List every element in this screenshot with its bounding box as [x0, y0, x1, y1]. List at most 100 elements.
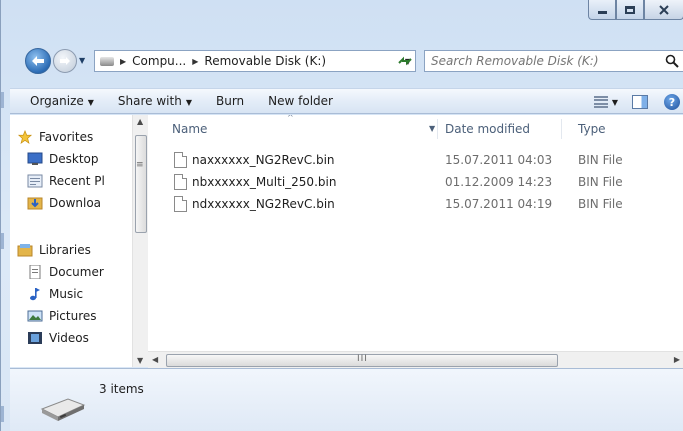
- explorer-window: ▼ ▶ Compu... ▶ Removable Disk (K:) ▼ Org…: [0, 0, 683, 431]
- column-divider[interactable]: [437, 119, 438, 139]
- preview-pane-icon[interactable]: [632, 95, 648, 109]
- libraries-icon: [17, 244, 33, 257]
- refresh-icon: [398, 56, 412, 66]
- arrow-right-icon: [60, 57, 70, 65]
- file-list: ^ Name ▼ Date modified Type naxxxxxx_NG2…: [148, 115, 683, 367]
- star-icon: [17, 130, 33, 144]
- maximize-button[interactable]: [616, 0, 644, 20]
- forward-button[interactable]: [53, 49, 77, 73]
- burn-label: Burn: [215, 94, 245, 108]
- minimize-icon: [597, 11, 607, 14]
- arrow-left-icon: [32, 56, 44, 66]
- videos-icon: [28, 332, 42, 344]
- nav-item-label: Recent Pl: [49, 174, 105, 188]
- column-type[interactable]: Type: [578, 122, 606, 136]
- window-edge-mark: [1, 92, 4, 108]
- window-edge-mark: [1, 233, 4, 249]
- music-icon: [30, 288, 40, 301]
- file-date: 15.07.2011 04:19: [445, 197, 553, 211]
- documents-icon: [29, 265, 41, 279]
- file-icon: [174, 174, 187, 190]
- command-bar: Organize ▼ Share with ▼ Burn New folder ▼ …: [10, 88, 683, 114]
- column-divider[interactable]: [561, 119, 562, 139]
- file-row[interactable]: ndxxxxxx_NG2RevC.bin 15.07.2011 04:19 BI…: [148, 193, 683, 215]
- search-box[interactable]: [424, 50, 683, 72]
- file-name: nbxxxxxx_Multi_250.bin: [192, 175, 337, 189]
- share-with-button[interactable]: Share with ▼: [106, 94, 204, 108]
- file-row[interactable]: nbxxxxxx_Multi_250.bin 01.12.2009 14:23 …: [148, 171, 683, 193]
- column-headers: ^ Name ▼ Date modified Type: [148, 115, 683, 143]
- close-button[interactable]: [644, 0, 683, 20]
- file-row[interactable]: naxxxxxx_NG2RevC.bin 15.07.2011 04:03 BI…: [148, 149, 683, 171]
- address-row: ▼ ▶ Compu... ▶ Removable Disk (K:) ▼: [1, 46, 683, 76]
- scroll-grip-icon: ≡: [136, 160, 144, 170]
- chevron-down-icon[interactable]: ▼: [429, 124, 435, 133]
- scroll-right-icon[interactable]: ▶: [674, 355, 680, 364]
- file-type: BIN File: [578, 153, 623, 167]
- nav-libraries-label: Libraries: [39, 243, 91, 257]
- nav-item-downloads[interactable]: Downloa: [27, 196, 101, 210]
- search-icon[interactable]: [665, 54, 679, 68]
- file-type: BIN File: [578, 175, 623, 189]
- pictures-icon: [27, 310, 43, 322]
- search-input[interactable]: [431, 54, 661, 68]
- file-icon: [174, 196, 187, 212]
- nav-item-desktop[interactable]: Desktop: [27, 152, 99, 166]
- scroll-thumb[interactable]: [135, 135, 147, 233]
- column-name[interactable]: Name: [172, 122, 207, 136]
- scroll-grip-icon: III: [357, 354, 368, 364]
- caption-buttons: [588, 0, 683, 22]
- nav-favorites[interactable]: Favorites: [17, 130, 93, 144]
- nav-item-label: Music: [49, 287, 84, 301]
- sort-ascending-icon: ^: [287, 115, 294, 122]
- file-date: 01.12.2009 14:23: [445, 175, 553, 189]
- breadcrumb-removable-disk[interactable]: Removable Disk (K:): [204, 54, 326, 68]
- organize-button[interactable]: Organize ▼: [10, 94, 106, 108]
- nav-item-videos[interactable]: Videos: [27, 331, 89, 345]
- scroll-down-icon[interactable]: ▼: [137, 356, 143, 365]
- nav-item-label: Downloa: [49, 196, 102, 210]
- nav-item-label: Pictures: [49, 309, 97, 323]
- chevron-down-icon: ▼: [87, 98, 94, 107]
- desktop-icon: [27, 152, 43, 165]
- chevron-right-icon[interactable]: ▶: [192, 57, 198, 66]
- address-bar[interactable]: ▶ Compu... ▶ Removable Disk (K:) ▼: [94, 50, 416, 72]
- nav-item-recent-places[interactable]: Recent Pl: [27, 174, 105, 188]
- nav-libraries[interactable]: Libraries: [17, 243, 91, 257]
- recent-pages-dropdown[interactable]: ▼: [79, 56, 85, 65]
- minimize-button[interactable]: [588, 0, 616, 20]
- scroll-left-icon[interactable]: ◀: [152, 355, 158, 364]
- refresh-button[interactable]: [393, 50, 417, 72]
- organize-label: Organize: [30, 94, 84, 108]
- nav-scrollbar[interactable]: ▲ ≡ ▼: [132, 115, 148, 367]
- view-options-icon[interactable]: [593, 96, 608, 108]
- chevron-down-icon: ▼: [185, 98, 192, 107]
- file-date: 15.07.2011 04:03: [445, 153, 553, 167]
- scroll-thumb[interactable]: III: [166, 354, 558, 367]
- new-folder-label: New folder: [268, 94, 333, 108]
- drive-icon: [100, 56, 114, 66]
- breadcrumb-computer[interactable]: Compu...: [132, 54, 186, 68]
- file-name: naxxxxxx_NG2RevC.bin: [192, 153, 335, 167]
- nav-item-music[interactable]: Music: [27, 287, 83, 301]
- chevron-down-icon[interactable]: ▼: [612, 98, 618, 107]
- maximize-icon: [625, 5, 635, 14]
- nav-item-label: Desktop: [49, 152, 99, 166]
- burn-button[interactable]: Burn: [204, 94, 256, 108]
- scroll-up-icon[interactable]: ▲: [137, 117, 143, 126]
- close-icon: [659, 4, 669, 15]
- help-icon[interactable]: ?: [664, 94, 680, 110]
- nav-favorites-label: Favorites: [39, 130, 94, 144]
- nav-item-label: Documer: [49, 265, 104, 279]
- details-pane: 3 items: [10, 368, 683, 431]
- nav-item-pictures[interactable]: Pictures: [27, 309, 97, 323]
- column-date-modified[interactable]: Date modified: [445, 122, 530, 136]
- back-button[interactable]: [25, 48, 51, 74]
- chevron-right-icon[interactable]: ▶: [120, 57, 126, 66]
- nav-item-label: Videos: [49, 331, 89, 345]
- downloads-folder-icon: [27, 197, 43, 210]
- horizontal-scrollbar[interactable]: ◀ III ▶: [148, 351, 683, 368]
- new-folder-button[interactable]: New folder: [256, 94, 345, 108]
- title-bar[interactable]: [1, 0, 683, 36]
- nav-item-documents[interactable]: Documer: [27, 265, 104, 279]
